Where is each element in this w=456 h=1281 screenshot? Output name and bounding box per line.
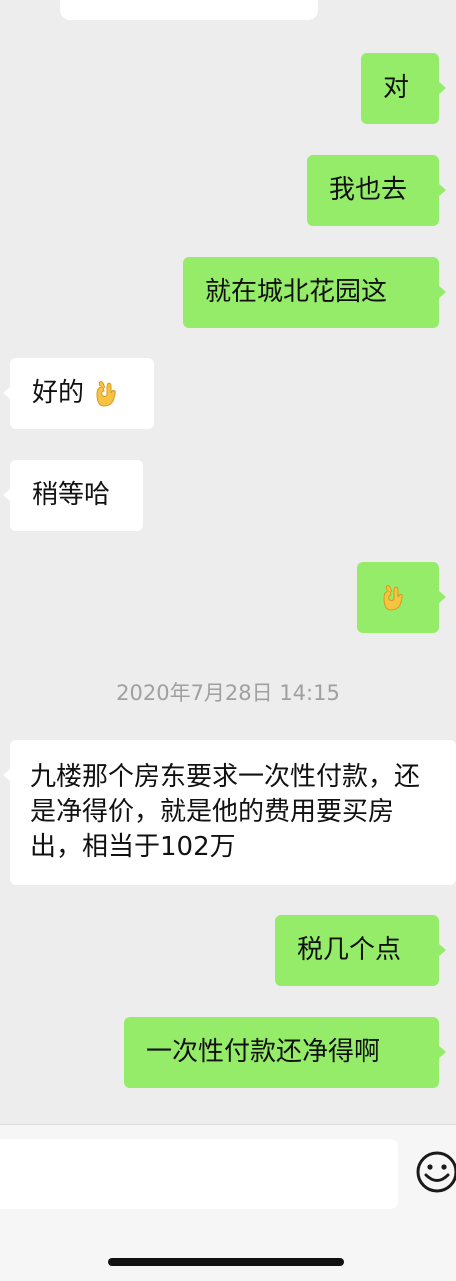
message-text: 九楼那个房东要求一次性付款，还是净得价，就是他的费用要买房出，相当于102万 xyxy=(30,762,421,862)
message-incoming[interactable]: 九楼那个房东要求一次性付款，还是净得价，就是他的费用要买房出，相当于102万 xyxy=(3,740,456,885)
message-text: 一次性付款还净得啊 xyxy=(146,1037,381,1067)
message-outgoing[interactable]: 对 xyxy=(361,53,446,124)
home-indicator xyxy=(108,1258,344,1266)
message-text: 税几个点 xyxy=(297,935,402,965)
smiley-face-icon[interactable] xyxy=(415,1148,456,1196)
message-outgoing[interactable]: 我也去 xyxy=(307,155,446,226)
previous-message-bubble xyxy=(60,0,318,20)
message-text: 我也去 xyxy=(329,175,408,205)
message-outgoing[interactable] xyxy=(357,562,446,633)
message-outgoing[interactable]: 一次性付款还净得啊 xyxy=(124,1017,446,1088)
message-text: 稍等哈 xyxy=(32,480,111,510)
message-text: 好的 xyxy=(32,378,85,408)
message-outgoing[interactable]: 就在城北花园这 xyxy=(183,257,446,328)
message-outgoing[interactable]: 税几个点 xyxy=(275,915,446,986)
ok-hand-emoji xyxy=(96,381,116,407)
timestamp: 2020年7月28日 14:15 xyxy=(116,681,340,705)
message-input[interactable] xyxy=(0,1139,398,1209)
message-text: 就在城北花园这 xyxy=(205,277,388,307)
message-incoming[interactable]: 稍等哈 xyxy=(3,460,143,531)
ok-hand-emoji xyxy=(383,585,403,611)
message-text: 对 xyxy=(383,73,410,103)
message-incoming[interactable]: 好的 xyxy=(3,358,154,429)
